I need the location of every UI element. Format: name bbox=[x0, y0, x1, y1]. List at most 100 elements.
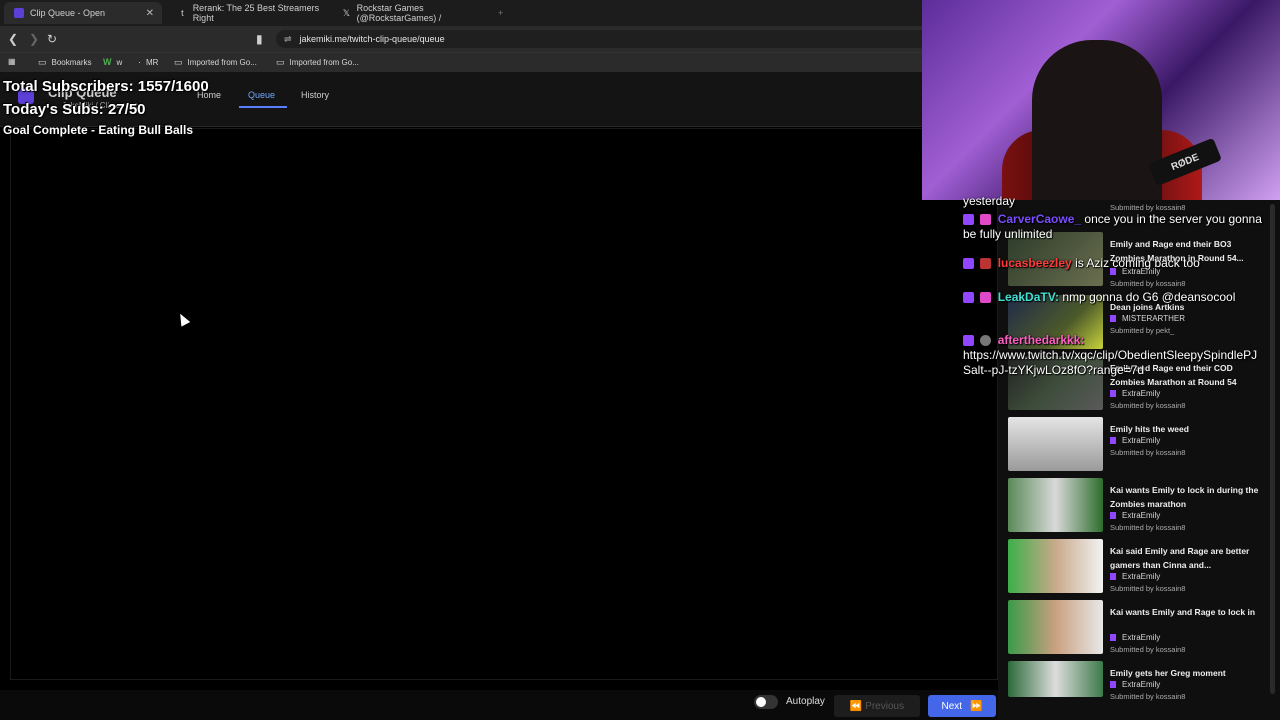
today-subs-overlay: Today's Subs: 27/50 bbox=[3, 101, 146, 118]
twitch-favicon-icon bbox=[14, 8, 24, 18]
queue-title: Kai said Emily and Rage are better gamer… bbox=[1110, 546, 1250, 570]
bookmark-folder-2[interactable]: ▭ Imported from Go... bbox=[276, 57, 359, 68]
clip-player[interactable] bbox=[10, 128, 998, 680]
browser-tab-strip: Clip Queue - Open ✕ t Rerank: The 25 Bes… bbox=[0, 0, 922, 26]
url-text: jakemiki.me/twitch-clip-queue/queue bbox=[299, 34, 445, 44]
new-tab-button[interactable]: + bbox=[498, 2, 514, 24]
clip-thumbnail bbox=[1008, 478, 1103, 532]
bookmarks-icon: ▭ bbox=[38, 57, 47, 67]
autoplay-label: Autoplay bbox=[786, 696, 825, 707]
tab-rockstar[interactable]: 𝕏 Rockstar Games (@RockstarGames) / bbox=[332, 2, 490, 24]
queue-channel: ExtraEmily bbox=[1110, 572, 1160, 581]
queue-submitter: Submitted by kossain8 bbox=[1110, 523, 1186, 532]
queue-submitter: Submitted by kossain8 bbox=[1110, 584, 1186, 593]
avatar-badge-icon bbox=[980, 335, 992, 347]
twitch-icon bbox=[1110, 512, 1116, 519]
bookmark-label: Imported from Go... bbox=[289, 58, 359, 67]
mr-icon: · bbox=[138, 57, 141, 67]
bookmark-mr[interactable]: · MR bbox=[138, 57, 158, 67]
tab-label: Rerank: The 25 Best Streamers Right bbox=[192, 3, 320, 23]
queue-submitter: Submitted by kossain8 bbox=[1110, 279, 1186, 288]
next-button[interactable]: Next ⏩ bbox=[928, 695, 996, 717]
previous-button[interactable]: ⏪ Previous bbox=[834, 695, 920, 717]
chat-message: yesterday bbox=[963, 194, 1263, 209]
queue-channel: ExtraEmily bbox=[1110, 511, 1160, 520]
queue-item[interactable]: Kai wants Emily and Rage to lock in Extr… bbox=[1008, 600, 1270, 656]
twitch-icon bbox=[1110, 634, 1116, 641]
plus-icon: + bbox=[498, 8, 504, 18]
queue-title: Emily hits the weed bbox=[1110, 424, 1189, 434]
twitch-icon bbox=[1110, 315, 1116, 322]
chat-text: yesterday bbox=[963, 194, 1016, 208]
queue-submitter: Submitted by kossain8 bbox=[1110, 401, 1186, 410]
queue-item[interactable]: Kai said Emily and Rage are better gamer… bbox=[1008, 539, 1270, 595]
chat-message: LeakDaTV: nmp gonna do G6 @deansocool bbox=[963, 290, 1263, 305]
browser-toolbar: ❮ ❯ ↻ ▮ ⇌ jakemiki.me/twitch-clip-queue/… bbox=[0, 26, 922, 52]
queue-item[interactable]: Emily hits the weed ExtraEmily Submitted… bbox=[1008, 417, 1270, 473]
bookmark-bookmarks[interactable]: ▭ Bookmarks bbox=[38, 57, 92, 68]
sub-badge-icon bbox=[980, 214, 992, 226]
site-info-icon[interactable]: ⇌ bbox=[284, 34, 292, 45]
previous-label: Previous bbox=[865, 700, 905, 712]
queue-submitter: Submitted by kossain8 bbox=[1110, 692, 1186, 701]
bookmark-label: Imported from Go... bbox=[187, 58, 257, 67]
site-favicon-icon: t bbox=[181, 8, 184, 18]
twitch-icon bbox=[1110, 437, 1116, 444]
twitch-badge-icon bbox=[963, 214, 974, 226]
chat-message: lucasbeezley is Aziz coming back too bbox=[963, 256, 1263, 271]
back-icon[interactable]: ❮ bbox=[8, 32, 18, 46]
folder-icon: ▭ bbox=[276, 57, 285, 67]
chat-username: LeakDaTV: bbox=[997, 290, 1060, 304]
queue-channel: ExtraEmily bbox=[1110, 633, 1160, 642]
folder-icon: ▭ bbox=[174, 57, 183, 67]
prime-badge-icon bbox=[980, 258, 992, 270]
queue-item[interactable]: Emily gets her Greg moment ExtraEmily Su… bbox=[1008, 661, 1270, 701]
x-favicon-icon: 𝕏 bbox=[342, 8, 350, 18]
queue-title: Kai wants Emily and Rage to lock in bbox=[1110, 607, 1256, 617]
autoplay-toggle[interactable] bbox=[754, 695, 778, 709]
chat-text: nmp gonna do G6 @deansocool bbox=[1062, 290, 1236, 304]
apps-icon[interactable]: ▦ bbox=[8, 57, 16, 66]
clip-thumbnail bbox=[1008, 661, 1103, 697]
rewind-icon: ⏪ bbox=[849, 700, 866, 712]
twitch-badge-icon bbox=[963, 258, 974, 270]
next-label: Next bbox=[941, 700, 963, 712]
bookmark-label: Bookmarks bbox=[51, 58, 92, 67]
bookmark-icon[interactable]: ▮ bbox=[256, 32, 263, 46]
active-nav-underline bbox=[239, 106, 287, 108]
fast-forward-icon: ⏩ bbox=[970, 700, 983, 712]
address-bar[interactable]: ⇌ jakemiki.me/twitch-clip-queue/queue bbox=[276, 30, 922, 48]
clip-thumbnail bbox=[1008, 417, 1103, 471]
sub-badge-icon bbox=[980, 292, 992, 304]
webcam-overlay: RØDE bbox=[922, 0, 1280, 200]
nav-history[interactable]: History bbox=[301, 90, 329, 100]
bookmark-w[interactable]: Ww bbox=[103, 57, 122, 67]
forward-icon[interactable]: ❯ bbox=[29, 32, 39, 46]
bookmark-folder-1[interactable]: ▭ Imported from Go... bbox=[174, 57, 257, 68]
w-icon: W bbox=[103, 57, 112, 67]
tab-label: Clip Queue - Open bbox=[30, 8, 106, 18]
queue-title: Emily gets her Greg moment bbox=[1110, 668, 1226, 678]
chat-username: lucasbeezley bbox=[997, 256, 1072, 270]
nav-queue[interactable]: Queue bbox=[248, 90, 275, 100]
queue-scrollbar[interactable] bbox=[1270, 204, 1275, 694]
total-subs-overlay: Total Subscribers: 1557/1600 bbox=[3, 78, 209, 95]
tab-clip-queue[interactable]: Clip Queue - Open ✕ bbox=[4, 2, 162, 24]
tab-label: Rockstar Games (@RockstarGames) / bbox=[356, 3, 442, 23]
chat-message: afterthedarkkk: https://www.twitch.tv/xq… bbox=[963, 333, 1263, 378]
reload-icon[interactable]: ↻ bbox=[47, 32, 57, 46]
queue-submitter: Submitted by kossain8 bbox=[1110, 645, 1186, 654]
close-tab-icon[interactable]: ✕ bbox=[146, 8, 154, 19]
queue-channel: ExtraEmily bbox=[1110, 436, 1160, 445]
clip-thumbnail bbox=[1008, 600, 1103, 654]
bookmark-label: MR bbox=[146, 57, 159, 67]
twitch-icon bbox=[1110, 573, 1116, 580]
queue-channel: MISTERARTHER bbox=[1110, 314, 1185, 323]
toggle-knob bbox=[756, 697, 766, 707]
bookmark-label: w bbox=[116, 57, 123, 67]
twitch-icon bbox=[1110, 681, 1116, 688]
queue-channel: ExtraEmily bbox=[1110, 680, 1160, 689]
queue-item[interactable]: Kai wants Emily to lock in during the Zo… bbox=[1008, 478, 1270, 534]
queue-submitter: Submitted by kossain8 bbox=[1110, 448, 1186, 457]
tab-rerank[interactable]: t Rerank: The 25 Best Streamers Right bbox=[168, 2, 323, 24]
